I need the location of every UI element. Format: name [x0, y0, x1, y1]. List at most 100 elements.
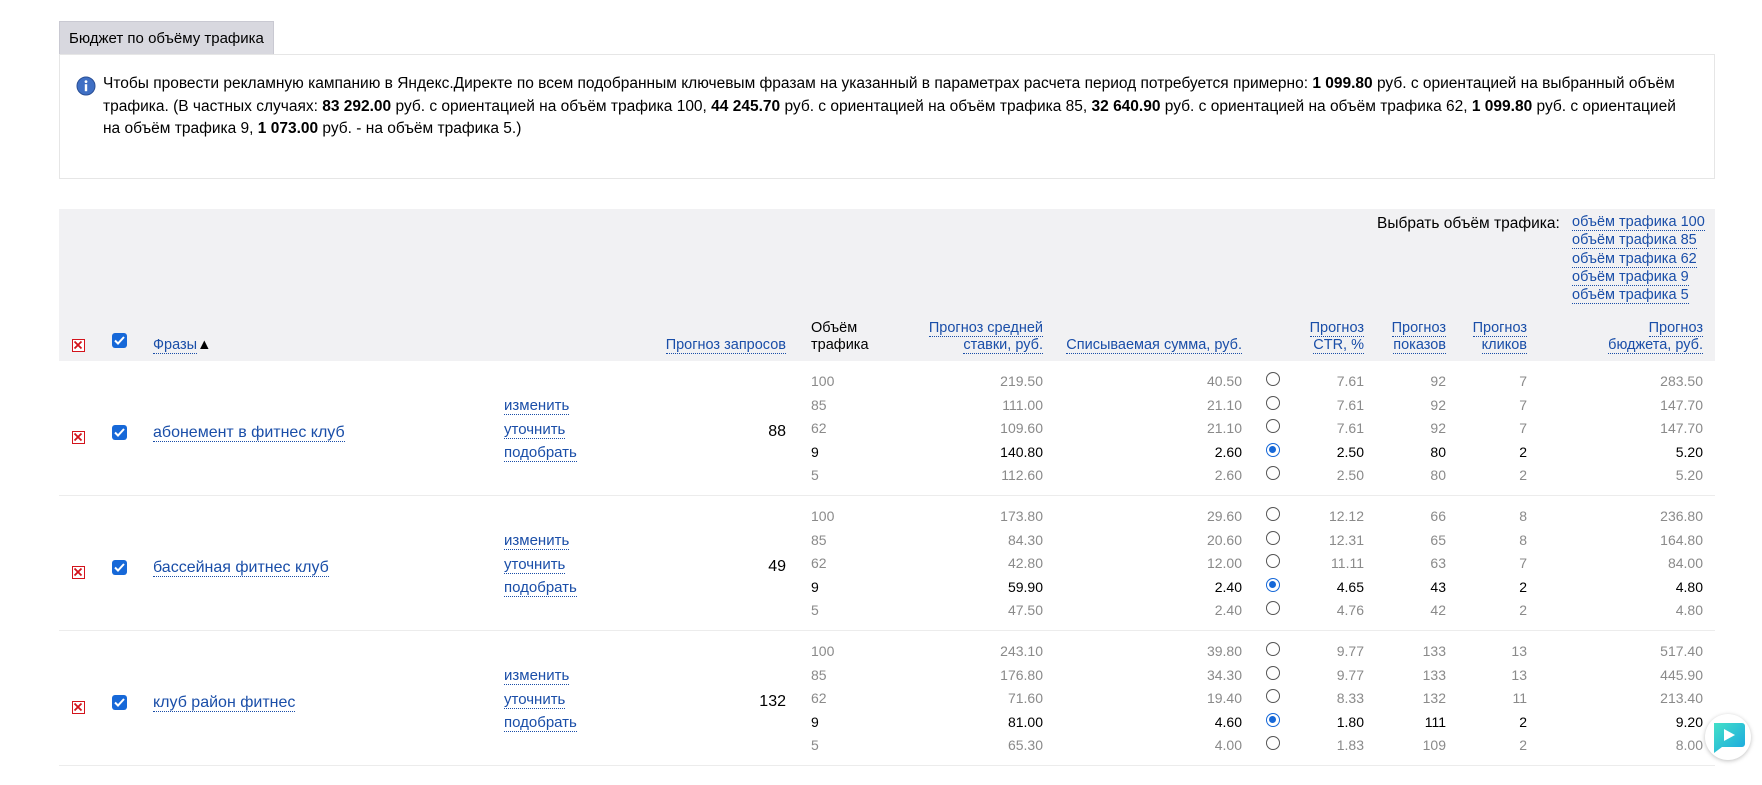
traffic-radio[interactable]: [1266, 712, 1280, 727]
clicks-forecast: 8: [1519, 508, 1527, 524]
phrase-action-0[interactable]: изменить: [504, 397, 570, 415]
charge-amount: 21.10: [1206, 396, 1242, 413]
traffic-radio[interactable]: [1266, 419, 1280, 433]
shows-forecast: 63: [1430, 555, 1446, 571]
traffic-radio[interactable]: [1266, 442, 1280, 457]
clicks-forecast: 8: [1519, 531, 1527, 548]
remove-phrase-icon[interactable]: [72, 431, 85, 444]
col-phrases[interactable]: Фразы▲: [153, 337, 211, 354]
budget-forecast: 517.40: [1660, 643, 1703, 659]
row-separator: [59, 765, 1715, 766]
phrase-checkbox[interactable]: [112, 560, 127, 575]
summary-text-run: Чтобы провести рекламную кампанию в Янде…: [103, 75, 1313, 92]
shows-forecast: 42: [1430, 602, 1446, 618]
col-budget[interactable]: Прогноз бюджета, руб.: [1560, 320, 1703, 354]
remove-phrase-icon[interactable]: [72, 566, 85, 579]
summary-text-run: руб. с ориентацией на объём трафика 85,: [780, 97, 1092, 115]
phrase-action-0[interactable]: изменить: [504, 667, 570, 685]
col-shows[interactable]: Прогноз показов: [1370, 320, 1446, 354]
clicks-forecast: 2: [1519, 602, 1527, 618]
shows-forecast: 111: [1424, 713, 1446, 730]
phrase-link[interactable]: бассейная фитнес клуб: [153, 559, 329, 577]
bid-forecast: 71.60: [1007, 690, 1043, 706]
clicks-forecast: 2: [1519, 443, 1527, 460]
budget-forecast: 4.80: [1675, 602, 1703, 618]
summary-text-run: руб. с ориентацией на объём трафика 62,: [1160, 97, 1472, 115]
ctr-forecast: 4.65: [1336, 578, 1364, 595]
budget-forecast: 9.20: [1675, 713, 1703, 730]
chat-assistant-button[interactable]: [1705, 714, 1751, 760]
phrase-action-2[interactable]: подобрать: [504, 579, 577, 597]
traffic-radio[interactable]: [1266, 601, 1280, 615]
shows-forecast: 80: [1430, 443, 1446, 460]
col-clicks[interactable]: Прогноз кликов: [1450, 320, 1527, 354]
phrase-checkbox[interactable]: [112, 425, 127, 440]
budget-forecast: 164.80: [1660, 531, 1703, 548]
budget-amount: 1 099.80: [1471, 97, 1533, 115]
phrase-action-1[interactable]: уточнить: [504, 555, 566, 574]
bid-forecast: 59.90: [1007, 578, 1043, 595]
shows-forecast: 92: [1430, 396, 1446, 413]
bid-forecast: 173.80: [1000, 508, 1043, 524]
traffic-value: 5: [811, 602, 819, 618]
traffic-value: 62: [811, 555, 827, 571]
select-all-checkbox[interactable]: [112, 333, 127, 348]
charge-amount: 21.10: [1206, 420, 1242, 436]
traffic-value: 100: [811, 643, 835, 659]
budget-forecast: 445.90: [1660, 666, 1703, 683]
phrase-link[interactable]: абонемент в фитнес клуб: [153, 424, 345, 442]
traffic-radio[interactable]: [1266, 507, 1280, 521]
col-charge[interactable]: Списываемая сумма, руб.: [1040, 337, 1242, 354]
traffic-option[interactable]: объём трафика 5: [1572, 287, 1689, 305]
clicks-forecast: 13: [1511, 666, 1527, 683]
phrase-link[interactable]: клуб район фитнес: [153, 694, 296, 712]
traffic-radio[interactable]: [1266, 577, 1280, 592]
phrase-action-1[interactable]: уточнить: [504, 690, 566, 709]
remove-phrase-icon[interactable]: [72, 701, 85, 714]
shows-forecast: 132: [1422, 690, 1446, 706]
phrase-action-0[interactable]: изменить: [504, 532, 570, 550]
traffic-option[interactable]: объём трафика 100: [1572, 214, 1705, 231]
traffic-value: 5: [811, 737, 819, 753]
traffic-radio[interactable]: [1266, 665, 1280, 680]
phrase-action-1[interactable]: уточнить: [504, 420, 566, 439]
charge-amount: 2.60: [1214, 467, 1242, 483]
col-ctr[interactable]: Прогноз CTR, %: [1290, 320, 1364, 354]
bid-forecast: 81.00: [1007, 713, 1043, 730]
budget-forecast: 283.50: [1660, 373, 1703, 389]
shows-forecast: 133: [1422, 666, 1446, 683]
traffic-option[interactable]: объём трафика 62: [1572, 250, 1697, 268]
clicks-forecast: 13: [1511, 643, 1527, 659]
traffic-radio[interactable]: [1266, 554, 1280, 568]
traffic-radio[interactable]: [1266, 530, 1280, 545]
traffic-option[interactable]: объём трафика 85: [1572, 232, 1697, 250]
bid-forecast: 42.80: [1007, 555, 1043, 571]
charge-amount: 20.60: [1206, 531, 1242, 548]
traffic-value: 100: [811, 508, 835, 524]
phrase-action-2[interactable]: подобрать: [504, 444, 577, 462]
traffic-radio[interactable]: [1266, 689, 1280, 703]
remove-all-icon[interactable]: [72, 339, 85, 352]
budget-amount: 83 292.00: [322, 97, 392, 115]
bid-forecast: 84.30: [1007, 531, 1043, 548]
traffic-option[interactable]: объём трафика 9: [1572, 268, 1689, 286]
ctr-forecast: 7.61: [1336, 373, 1364, 389]
traffic-radio[interactable]: [1266, 466, 1280, 480]
col-bid[interactable]: Прогноз средней ставки, руб.: [880, 320, 1043, 354]
budget-tab[interactable]: Бюджет по объёму трафика: [59, 21, 274, 54]
traffic-value: 9: [811, 713, 819, 730]
phrase-action-2[interactable]: подобрать: [504, 714, 577, 732]
ctr-forecast: 7.61: [1336, 420, 1364, 436]
ctr-forecast: 4.76: [1336, 602, 1364, 618]
bid-forecast: 65.30: [1007, 737, 1043, 753]
shows-forecast: 109: [1422, 737, 1446, 753]
traffic-radio[interactable]: [1266, 642, 1280, 656]
traffic-radio[interactable]: [1266, 372, 1280, 386]
traffic-radio[interactable]: [1266, 736, 1280, 750]
summary-text-run: руб. с ориентацией на объём трафика 100,: [391, 97, 712, 115]
ctr-forecast: 2.50: [1336, 467, 1364, 483]
ctr-forecast: 9.77: [1336, 666, 1364, 683]
traffic-radio[interactable]: [1266, 395, 1280, 410]
col-requests[interactable]: Прогноз запросов: [616, 337, 786, 354]
phrase-checkbox[interactable]: [112, 695, 127, 710]
